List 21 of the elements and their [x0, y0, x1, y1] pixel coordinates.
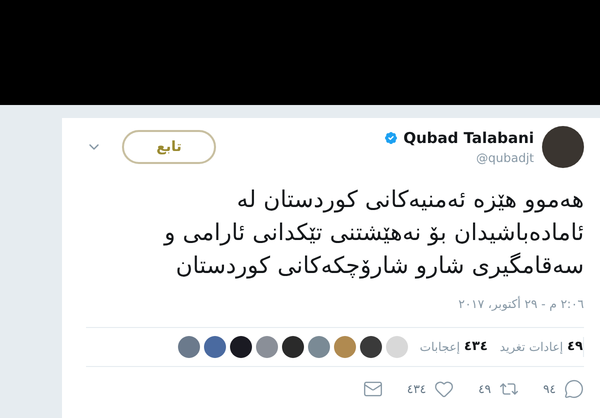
author-name[interactable]: Qubad Talabani: [403, 126, 534, 150]
tweet-text-line: هەموو هێزە ئەمنیەکانی کوردستان لە: [236, 186, 584, 215]
avatar[interactable]: [542, 126, 584, 168]
follow-button[interactable]: تابع: [122, 130, 216, 164]
liker-avatar[interactable]: [282, 336, 304, 358]
stat-label[interactable]: إعادات تغريد: [500, 338, 564, 356]
action-count: ٩٤: [543, 381, 556, 398]
liker-avatar[interactable]: [230, 336, 252, 358]
author-handle[interactable]: @qubadjt: [476, 149, 534, 168]
tweet-text-line: سەقامگیری شارو شارۆچکەکانی کوردستان: [174, 252, 584, 281]
tweet-timestamp[interactable]: ٢:٠٦ م - ٢٩ أكتوبر، ٢٠١٧: [458, 297, 584, 311]
envelope-icon[interactable]: [362, 379, 383, 399]
stat-count[interactable]: ٤٣٤: [464, 337, 488, 357]
heart-icon[interactable]: [434, 379, 454, 399]
stat-count[interactable]: ٤٩: [567, 337, 583, 357]
action-count: ٤٣٤: [406, 381, 426, 398]
tweet-text-line: ئامادەباشیدان بۆ نەهێشتنی تێکدانی ئارامی و: [162, 219, 584, 248]
stat-label[interactable]: إعجابات: [420, 338, 460, 356]
liker-avatar[interactable]: [360, 336, 382, 358]
action-count: ٤٩: [478, 381, 492, 398]
reply-icon[interactable]: [564, 379, 584, 399]
